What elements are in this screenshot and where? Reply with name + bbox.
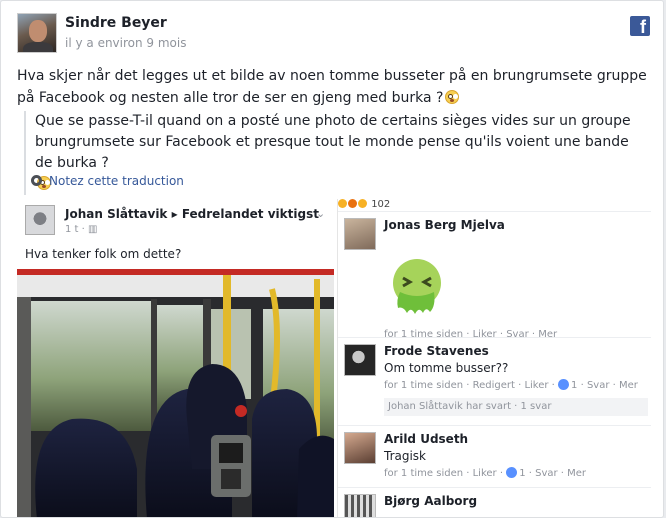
original-post-header: Johan Slåttavik ▸ Fedrelandet viktigst 1… [17,199,334,269]
wow-reaction-icon [358,199,367,208]
reactions-summary: 102 [338,199,651,211]
comment-meta-actions: · Svar · Mer [577,380,638,391]
gear-icon [31,175,42,186]
reaction-count: 102 [371,199,391,210]
comment-meta-text: for 1 time siden · Liker · [384,468,507,479]
commenter-avatar [344,218,376,250]
post-card: Sindre Beyer il y a environ 9 mois f Hva… [0,0,664,518]
comment-item: Frode Stavenes Om tomme busser?? for 1 t… [338,337,651,425]
commenter-name: Bjørg Aalborg [384,494,478,508]
comment-meta-actions: · Svar · Mer [525,468,587,479]
post-body: Hva skjer når det legges ut et bilde av … [17,65,647,109]
author-avatar[interactable] [17,13,57,53]
rate-translation-link[interactable]: Notez cette traduction [31,174,184,188]
original-author-avatar [25,205,55,235]
author-name[interactable]: Sindre Beyer [65,15,167,31]
caret-right-icon: ▸ [171,207,178,221]
comment-item: Bjørg Aalborg [338,487,651,517]
embedded-screenshot[interactable]: Johan Slåttavik ▸ Fedrelandet viktigst 1… [17,199,651,517]
post-timestamp[interactable]: il y a environ 9 mois [65,36,187,50]
rate-translation-label: Notez cette traduction [49,174,184,188]
comment-meta: for 1 time siden · Liker · 1 · Svar · Me… [384,467,586,479]
original-author-name: Johan Slåttavik [65,207,168,221]
commenter-name: Arild Udseth [384,432,469,446]
commenter-avatar [344,344,376,376]
comment-item: Arild Udseth Tragisk for 1 time siden · … [338,425,651,487]
original-author-line: Johan Slåttavik ▸ Fedrelandet viktigst [65,207,319,221]
commenter-avatar [344,494,376,517]
sick-face-sticker-icon [393,259,441,314]
commenter-name: Jonas Berg Mjelva [384,218,505,232]
bus-seats-photo [17,269,334,517]
like-icon [558,379,570,390]
comment-meta: for 1 time siden · Redigert · Liker · 1 … [384,379,638,391]
comment-item: Jonas Berg Mjelva for 1 time siden · Lik… [338,211,651,340]
haha-reaction-icon [338,199,347,208]
original-post-time: 1 t · [65,224,88,235]
original-post-text: Hva tenker folk om dette? [25,247,182,261]
commenter-avatar [344,432,376,464]
comment-meta-text: for 1 time siden · Redigert · Liker · [384,380,559,391]
comment-text: Om tomme busser?? [384,361,509,375]
original-group-post: Johan Slåttavik ▸ Fedrelandet viktigst 1… [17,199,334,517]
commenter-name: Frode Stavenes [384,344,489,358]
original-post-meta: 1 t · ▥ [65,224,97,235]
translation-text: Que se passe-T-il quand on a posté une p… [35,113,631,171]
flushed-face-emoji-icon [445,90,460,104]
view-replies-link: Johan Slåttavik har svart · 1 svar [384,398,648,416]
post-text: Hva skjer når det legges ut et bilde av … [17,68,647,106]
comments-column: 102 Jonas Berg Mjelva for 1 time siden ·… [337,199,651,517]
audience-icon: ▥ [88,224,98,235]
chevron-down-icon: ⌄ [316,207,326,220]
comment-text: Tragisk [384,449,427,463]
facebook-icon[interactable]: f [630,16,650,36]
angry-reaction-icon [348,199,357,208]
like-icon [506,467,518,478]
group-name: Fedrelandet viktigst [181,207,319,221]
